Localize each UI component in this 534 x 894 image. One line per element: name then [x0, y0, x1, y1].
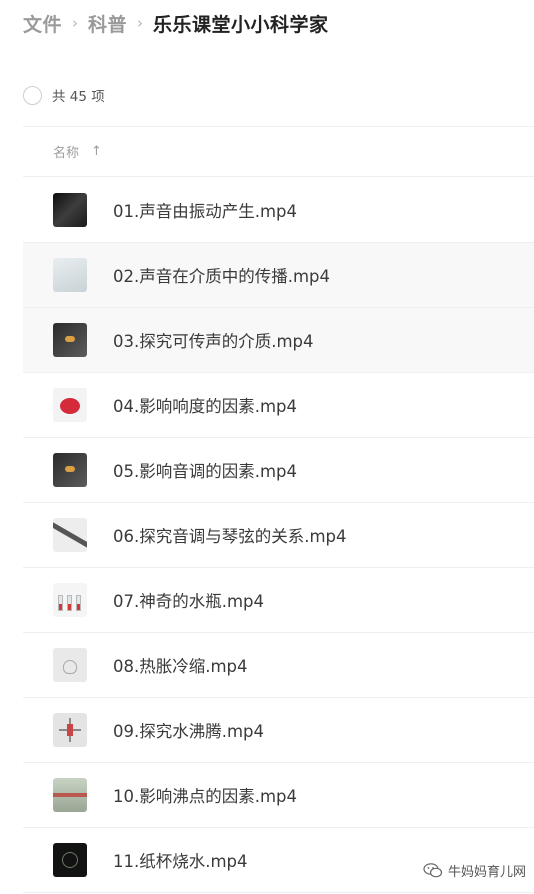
file-name: 02.声音在介质中的传播.mp4 — [113, 267, 331, 286]
watermark: 牛妈妈育儿网 — [423, 861, 526, 880]
name-column-label: 名称 — [53, 146, 80, 161]
file-name: 08.热胀冷缩.mp4 — [113, 657, 248, 676]
sort-ascending-icon[interactable]: ↑ — [91, 144, 102, 159]
breadcrumb-item-science[interactable]: 科普 — [88, 10, 127, 37]
file-row[interactable]: 03.探究可传声的介质.mp4 — [23, 308, 534, 373]
file-name: 09.探究水沸腾.mp4 — [113, 722, 265, 741]
watermark-text: 牛妈妈育儿网 — [447, 865, 526, 880]
chevron-right-icon: › — [72, 14, 79, 32]
file-list: 01.声音由振动产生.mp4 02.声音在介质中的传播.mp4 03.探究可传声… — [23, 178, 534, 893]
file-name: 03.探究可传声的介质.mp4 — [113, 332, 314, 351]
red-ball-video-thumbnail — [53, 388, 87, 422]
item-count: 共 45 项 — [52, 89, 105, 105]
light-video-thumbnail — [53, 258, 87, 292]
breadcrumb-item-files[interactable]: 文件 — [23, 10, 62, 37]
chevron-right-icon: › — [137, 14, 144, 32]
select-all-checkbox[interactable] — [23, 85, 42, 105]
glass-video-thumbnail — [53, 648, 87, 682]
file-row[interactable]: 04.影响响度的因素.mp4 — [23, 373, 534, 438]
file-row[interactable]: 06.探究音调与琴弦的关系.mp4 — [23, 503, 534, 568]
bottles-video-thumbnail — [53, 583, 87, 617]
file-name: 01.声音由振动产生.mp4 — [113, 202, 298, 221]
file-name: 07.神奇的水瓶.mp4 — [113, 592, 265, 611]
file-row[interactable]: 01.声音由振动产生.mp4 — [23, 178, 534, 243]
breadcrumb: 文件 › 科普 › 乐乐课堂小小科学家 — [23, 10, 329, 36]
file-name: 06.探究音调与琴弦的关系.mp4 — [113, 527, 347, 546]
gray-video-thumbnail — [53, 453, 87, 487]
gray-video-thumbnail — [53, 323, 87, 357]
file-name: 05.影响音调的因素.mp4 — [113, 462, 298, 481]
file-name: 10.影响沸点的因素.mp4 — [113, 787, 298, 806]
wechat-icon — [423, 863, 443, 878]
cup-video-thumbnail — [53, 843, 87, 877]
divider — [23, 126, 534, 127]
divider — [23, 176, 534, 177]
name-column-header[interactable]: 名称 ↑ — [53, 142, 102, 161]
file-row[interactable]: 08.热胀冷缩.mp4 — [23, 633, 534, 698]
field-video-thumbnail — [53, 778, 87, 812]
file-name: 04.影响响度的因素.mp4 — [113, 397, 298, 416]
file-name: 11.纸杯烧水.mp4 — [113, 852, 248, 871]
file-row[interactable]: 07.神奇的水瓶.mp4 — [23, 568, 534, 633]
boiling-video-thumbnail — [53, 713, 87, 747]
file-row[interactable]: 05.影响音调的因素.mp4 — [23, 438, 534, 503]
selection-summary: 共 45 项 — [23, 85, 105, 105]
breadcrumb-current-folder: 乐乐课堂小小科学家 — [153, 13, 329, 36]
string-video-thumbnail — [53, 518, 87, 552]
file-row[interactable]: 09.探究水沸腾.mp4 — [23, 698, 534, 763]
dark-video-thumbnail — [53, 193, 87, 227]
file-row[interactable]: 10.影响沸点的因素.mp4 — [23, 763, 534, 828]
file-row[interactable]: 02.声音在介质中的传播.mp4 — [23, 243, 534, 308]
